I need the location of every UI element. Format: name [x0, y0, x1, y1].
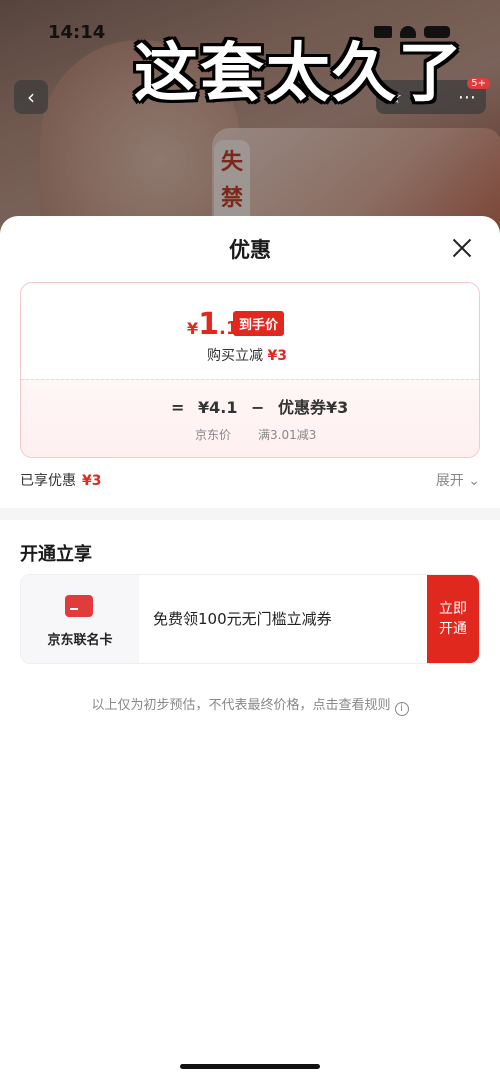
membership-card-left: 京东联名卡	[21, 575, 139, 663]
sheet-title: 优惠	[229, 238, 271, 262]
enjoyed-amount: ¥3	[82, 473, 102, 489]
enjoyed-label: 已享优惠	[20, 473, 76, 489]
formula-equals: =	[171, 398, 185, 417]
price-summary: ¥1.1 到手价 购买立减 ¥3	[21, 283, 479, 379]
formula-base-price: ¥4.1	[197, 398, 238, 417]
enjoyed-discount-row: 已享优惠 ¥3 展开 ⌄	[20, 470, 480, 490]
coupon-rule: 满3.01减3	[258, 428, 317, 442]
open-now-button[interactable]: 立即开通	[427, 575, 479, 663]
formula-coupon: 优惠券¥3	[278, 398, 349, 417]
final-price-tag: 到手价	[233, 311, 285, 336]
back-button[interactable]: ‹	[14, 80, 48, 114]
disclaimer[interactable]: 以上仅为初步预估，不代表最终价格，点击查看规则 i	[0, 694, 500, 716]
membership-offer-text: 免费领100元无门槛立减券	[153, 610, 332, 628]
membership-section-title: 开通立享	[20, 544, 92, 565]
final-price-currency: ¥	[187, 319, 199, 338]
formula-minus: −	[251, 398, 265, 417]
close-icon[interactable]	[448, 234, 476, 262]
overlay-caption: 这套太久了	[134, 37, 464, 111]
reduce-line: 购买立减 ¥3	[207, 345, 287, 365]
discount-sheet: 优惠 ¥1.1 到手价 购买立减 ¥3 = ¥4.1 − 优惠券¥3 京东价 满…	[0, 216, 500, 1083]
status-time: 14:14	[48, 22, 106, 43]
reduce-amount: ¥3	[267, 348, 287, 364]
expand-toggle[interactable]: 展开 ⌄	[436, 470, 480, 490]
info-icon[interactable]: i	[394, 702, 409, 716]
base-price-label: 京东价	[195, 428, 232, 442]
chevron-down-icon: ⌄	[468, 473, 480, 489]
back-icon: ‹	[27, 85, 35, 109]
home-indicator	[180, 1064, 320, 1069]
more-badge: 5+	[467, 78, 490, 89]
price-card: ¥1.1 到手价 购买立减 ¥3 = ¥4.1 − 优惠券¥3 京东价 满3.0…	[20, 282, 480, 458]
expand-label: 展开	[435, 473, 464, 489]
final-price: ¥1.1	[187, 307, 238, 342]
disclaimer-text: 以上仅为初步预估，不代表最终价格，点击查看规则	[91, 698, 391, 713]
section-divider	[0, 508, 500, 520]
card-icon	[65, 595, 93, 617]
price-breakdown: = ¥4.1 − 优惠券¥3 京东价 满3.01减3	[21, 379, 479, 457]
membership-card[interactable]: 京东联名卡 免费领100元无门槛立减券 立即开通	[20, 574, 480, 664]
price-formula: = ¥4.1 − 优惠券¥3	[171, 394, 356, 418]
membership-card-name: 京东联名卡	[47, 633, 113, 648]
final-price-integer: 1	[198, 307, 220, 342]
reduce-label: 购买立减	[207, 348, 263, 364]
